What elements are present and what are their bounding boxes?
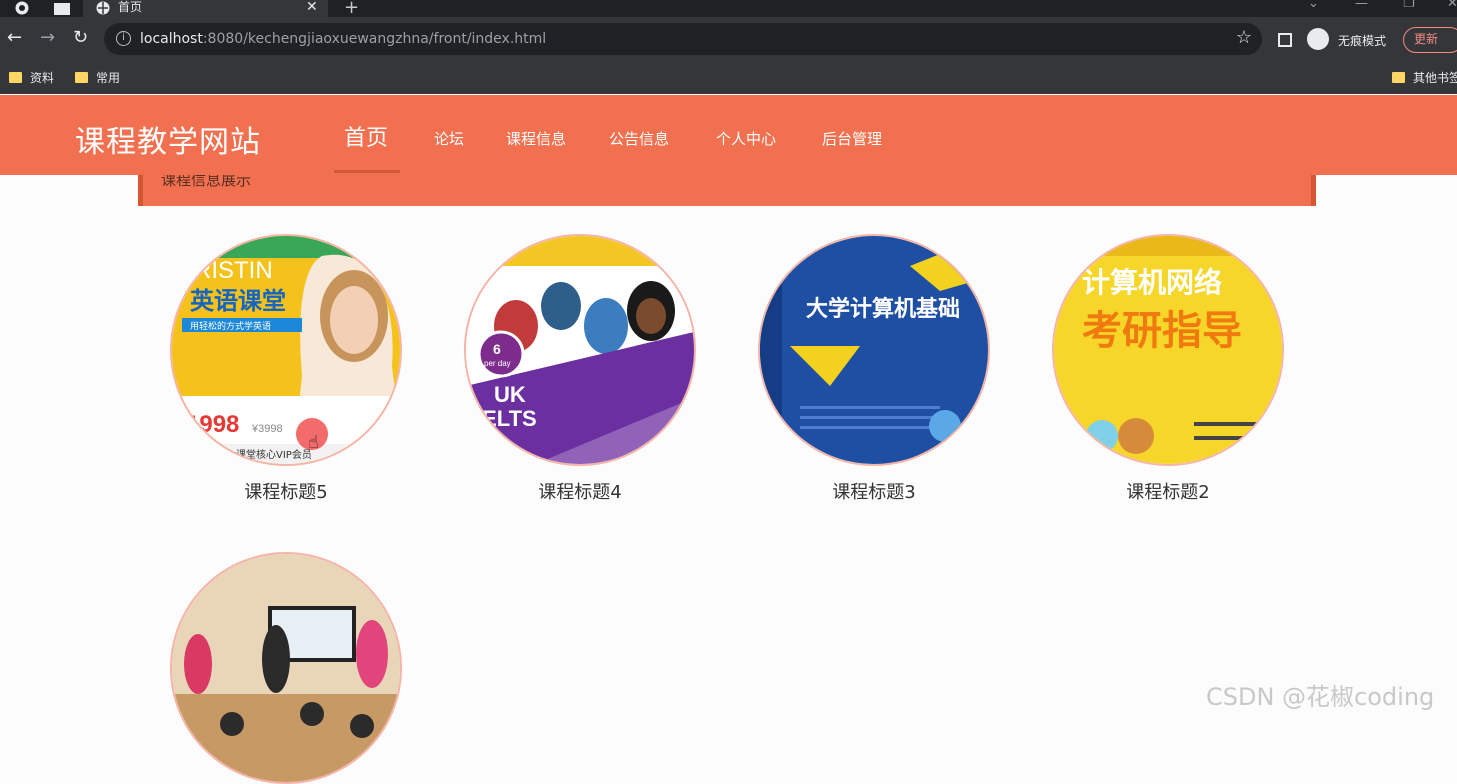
close-icon[interactable]: ✕ — [306, 0, 318, 15]
window-icon[interactable] — [54, 0, 70, 15]
cover-text: IELTS — [476, 406, 537, 431]
site-info-icon[interactable]: i — [116, 31, 131, 46]
cover-text: 英语课堂 — [190, 287, 286, 315]
incognito-icon[interactable] — [1307, 28, 1329, 50]
course-title[interactable]: 课程标题4 — [464, 478, 696, 504]
cover-text: 用轻松的方式学英语 — [190, 320, 271, 332]
nav-notices[interactable]: 公告信息 — [609, 128, 669, 149]
forward-icon[interactable]: → — [40, 29, 55, 47]
address-bar[interactable]: i localhost:8080/kechengjiaoxuewangzhna/… — [104, 23, 1262, 55]
course-title[interactable]: 课程标题3 — [758, 478, 990, 504]
reading-mode-icon[interactable] — [1278, 33, 1292, 47]
cover-text: KRISTIN — [178, 257, 273, 284]
overlay-caption — [148, 702, 178, 746]
nav-home-label: 首页 — [344, 126, 389, 151]
folder-icon — [9, 72, 22, 83]
nav-home[interactable]: 首页 — [334, 95, 400, 173]
folder-icon — [1392, 72, 1405, 83]
course-cover[interactable]: KRISTIN 英语课堂 用轻松的方式学英语 1998 ¥3998 课堂核心VI… — [170, 234, 402, 466]
course-cover[interactable] — [170, 552, 402, 784]
nav-courses[interactable]: 课程信息 — [506, 128, 566, 149]
cover-text: 1998 — [186, 411, 239, 438]
nav-profile[interactable]: 个人中心 — [716, 128, 776, 149]
cover-text: per day — [484, 359, 511, 368]
course-title[interactable]: 课程标题5 — [170, 478, 402, 504]
course-cover[interactable]: 大学计算机基础 — [758, 234, 990, 466]
course-cover[interactable]: 6 per day UK IELTS — [464, 234, 696, 466]
new-tab-icon[interactable]: + — [344, 0, 359, 18]
nav-forum[interactable]: 论坛 — [434, 128, 464, 149]
url-text[interactable]: localhost:8080/kechengjiaoxuewangzhna/fr… — [140, 31, 546, 47]
cover-text: 大学计算机基础 — [806, 296, 960, 322]
course-cover[interactable]: 计算机网络 考研指导 — [1052, 234, 1284, 466]
folder-icon — [75, 72, 88, 83]
nav-admin[interactable]: 后台管理 — [822, 128, 882, 149]
back-icon[interactable]: ← — [7, 29, 22, 47]
globe-icon[interactable] — [14, 0, 30, 15]
minimize-icon[interactable]: — — [1355, 0, 1368, 11]
cover-text: ¥3998 — [251, 423, 283, 435]
update-button[interactable]: 更新 — [1403, 27, 1457, 53]
cover-text: 计算机网络 — [1082, 266, 1222, 299]
bookmark-folder-ziliao[interactable]: 资料 — [9, 69, 54, 86]
cover-text: UK — [494, 382, 526, 407]
incognito-label: 无痕模式 — [1338, 34, 1387, 48]
tab-search-icon[interactable]: ⌄ — [1308, 0, 1319, 11]
cover-text: 考研指导 — [1082, 308, 1242, 354]
course-title[interactable]: 课程标题2 — [1052, 478, 1284, 504]
bookmarks-bar: 资料 常用 其他书签 — [0, 61, 1457, 94]
watermark: CSDN @花椒coding — [1206, 683, 1435, 711]
bookmark-folder-other[interactable]: 其他书签 — [1392, 69, 1457, 86]
cover-text: 课堂核心VIP会员 — [236, 448, 312, 461]
section-title: 课程信息展示 — [161, 175, 252, 189]
window-close-icon[interactable]: ✕ — [1447, 0, 1457, 11]
site-title[interactable]: 课程教学网站 — [75, 117, 261, 161]
tab-favicon-icon — [95, 0, 111, 15]
restore-icon[interactable]: ❐ — [1403, 0, 1415, 11]
pointer-hand-icon: ☝ — [308, 432, 319, 453]
cover-text: 6 — [493, 341, 501, 357]
reload-icon[interactable]: ↻ — [73, 29, 88, 47]
browser-toolbar: ← → ↻ i localhost:8080/kechengjiaoxuewan… — [0, 17, 1457, 61]
section-header: 课程信息展示 — [138, 175, 1316, 206]
bookmark-star-icon[interactable]: ☆ — [1236, 27, 1252, 48]
bookmark-folder-changyong[interactable]: 常用 — [75, 69, 120, 86]
tab-title: 首页 — [118, 0, 143, 14]
browser-tab-strip: 首页 ✕ + ⌄ — ❐ ✕ — [0, 0, 1457, 18]
site-header: 课程教学网站 首页 论坛 课程信息 公告信息 个人中心 后台管理 — [0, 95, 1457, 175]
